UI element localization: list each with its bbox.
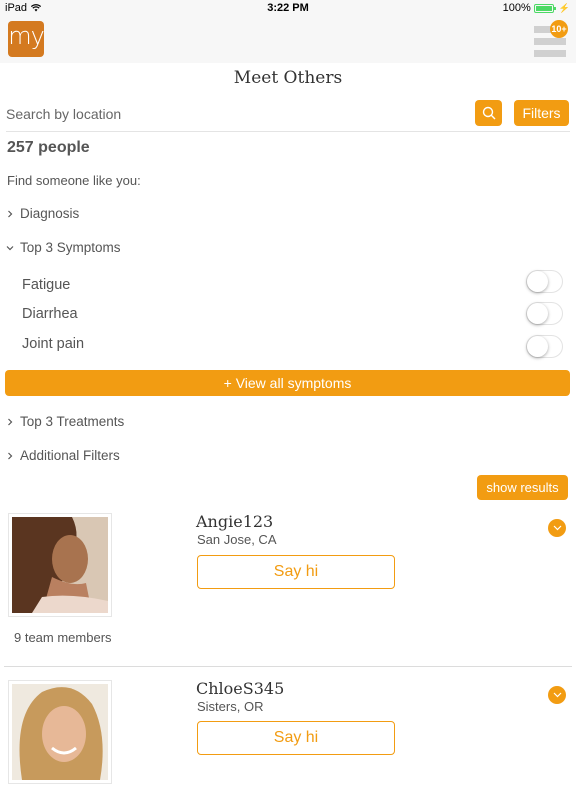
- search-button[interactable]: [475, 100, 502, 126]
- team-members-count: 9 team members: [14, 630, 112, 645]
- people-count: 257 people: [7, 139, 90, 156]
- symptom-toggle-fatigue[interactable]: [526, 270, 563, 293]
- section-label: Top 3 Symptoms: [20, 240, 121, 255]
- expand-button[interactable]: [548, 519, 566, 537]
- status-bar: iPad 3:22 PM 100% ⚡: [0, 0, 576, 16]
- person-location: San Jose, CA: [197, 532, 277, 547]
- search-row: Filters: [6, 98, 570, 132]
- notification-badge: 10+: [550, 20, 568, 38]
- battery-icon: [533, 3, 556, 13]
- section-label: Additional Filters: [20, 448, 120, 463]
- find-someone-label: Find someone like you:: [7, 173, 141, 188]
- say-hi-button[interactable]: Say hi: [197, 721, 395, 755]
- chevron-right-icon: [8, 452, 13, 459]
- app-logo[interactable]: my: [8, 21, 45, 57]
- profile-photo-image: [12, 517, 108, 613]
- page-title: Meet Others: [233, 68, 343, 88]
- search-icon: [482, 106, 495, 120]
- section-label: Top 3 Treatments: [20, 414, 125, 429]
- expand-button[interactable]: [548, 686, 566, 704]
- chevron-right-icon: [8, 418, 13, 425]
- chevron-down-icon: [6, 245, 14, 250]
- toggle-knob: [527, 271, 548, 292]
- menu-icon-bar: [534, 38, 566, 45]
- filter-section-symptoms[interactable]: Top 3 Symptoms: [6, 240, 121, 255]
- symptom-toggle-joint-pain[interactable]: [526, 335, 563, 358]
- app-header: my 10+: [0, 16, 576, 63]
- card-divider: [4, 666, 572, 667]
- person-username[interactable]: Angie123: [196, 512, 273, 531]
- menu-button[interactable]: 10+: [534, 20, 568, 58]
- profile-photo[interactable]: [8, 513, 112, 617]
- section-label: Diagnosis: [20, 206, 80, 221]
- profile-photo[interactable]: [8, 680, 112, 784]
- show-results-button[interactable]: show results: [477, 475, 568, 500]
- chevron-down-icon: [553, 525, 561, 531]
- person-username[interactable]: ChloeS345: [196, 679, 284, 698]
- view-all-symptoms-button[interactable]: + View all symptoms: [5, 370, 570, 396]
- chevron-right-icon: [8, 210, 13, 217]
- chevron-down-icon: [553, 692, 561, 698]
- location-search-input[interactable]: [6, 104, 446, 124]
- symptom-label: Joint pain: [22, 336, 85, 352]
- toggle-knob: [527, 303, 548, 324]
- filter-section-additional[interactable]: Additional Filters: [6, 448, 120, 463]
- symptom-label: Fatigue: [22, 277, 71, 293]
- filter-section-treatments[interactable]: Top 3 Treatments: [6, 414, 124, 429]
- battery-percent: 100%: [502, 2, 531, 14]
- symptom-toggle-diarrhea[interactable]: [526, 302, 563, 325]
- person-location: Sisters, OR: [197, 699, 264, 714]
- filters-button[interactable]: Filters: [514, 100, 569, 126]
- say-hi-button[interactable]: Say hi: [197, 555, 395, 589]
- profile-photo-image: [12, 684, 108, 780]
- symptom-label: Diarrhea: [22, 306, 78, 322]
- charging-icon: ⚡: [558, 2, 570, 13]
- filter-section-diagnosis[interactable]: Diagnosis: [6, 206, 79, 221]
- clock: 3:22 PM: [267, 2, 309, 14]
- menu-icon-bar: [534, 50, 566, 57]
- toggle-knob: [527, 336, 548, 357]
